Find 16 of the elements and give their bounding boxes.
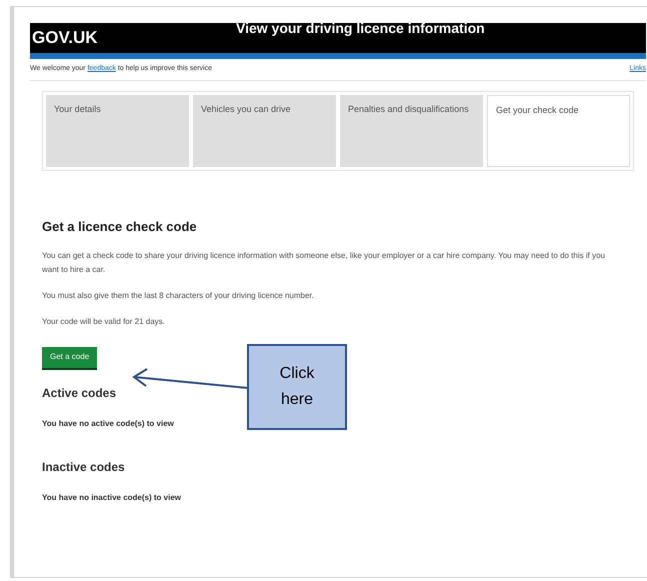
section-text: You have no active code(s) to view	[42, 418, 174, 430]
body-paragraph: Your code will be valid for 21 days.	[42, 316, 166, 328]
get-code-button[interactable]: Get a code	[42, 346, 98, 368]
section-text: You have no inactive code(s) to view	[42, 492, 181, 504]
section-heading: Active codes	[42, 384, 116, 402]
click-here-callout: Click here	[247, 344, 347, 430]
tab[interactable]: Vehicles you can drive	[193, 95, 336, 167]
section-heading: Inactive codes	[42, 458, 125, 476]
body-paragraph: You must also give them the last 8 characters of your driving licence number.	[42, 290, 315, 302]
tab[interactable]: Get your check code	[487, 95, 630, 167]
govuk-logo[interactable]: GOV.UK	[32, 27, 232, 49]
tab[interactable]: Penalties and disqualifications	[340, 95, 483, 167]
tab[interactable]: Your details	[46, 95, 189, 167]
body-paragraph: You can get a check code to share your driving licence information with someone else, like your employer or a car hire company. You may need to do this if you want to hire a car.	[42, 250, 606, 276]
page-heading: Get a licence check code	[42, 218, 197, 236]
service-title: View your driving licence information	[236, 21, 485, 35]
